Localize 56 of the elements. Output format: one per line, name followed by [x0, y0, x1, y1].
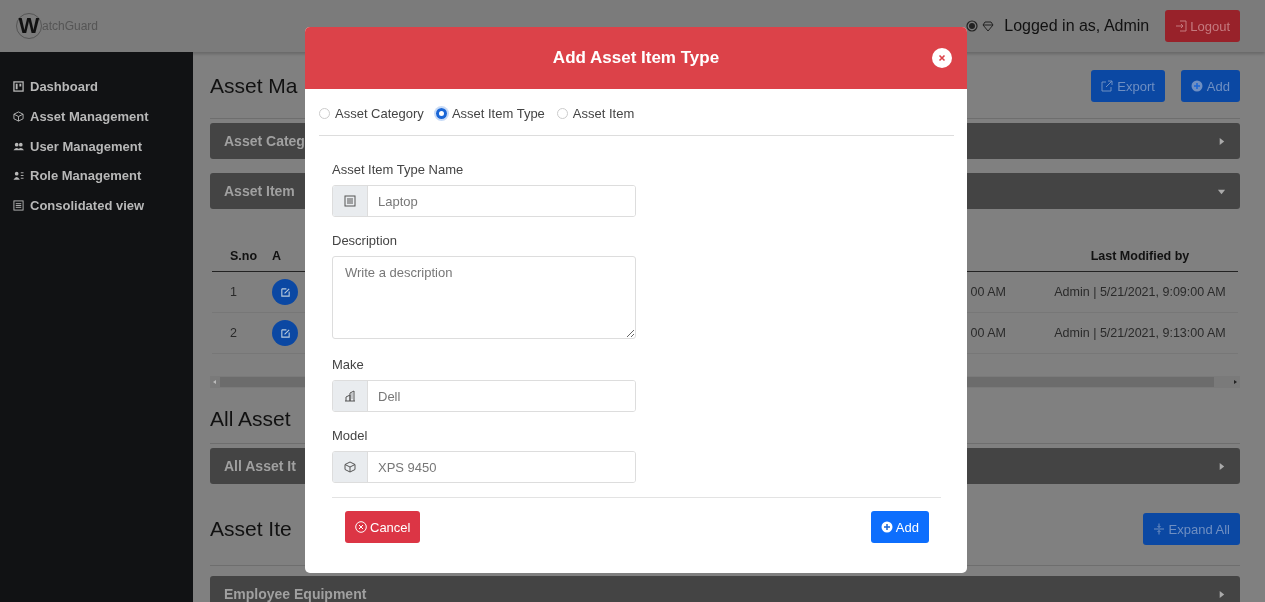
sidebar-item[interactable]: Dashboard: [0, 72, 193, 102]
document-icon: [344, 195, 356, 207]
column-header: S.no: [229, 249, 259, 263]
plus-circle-icon: [1190, 80, 1203, 92]
logout-icon: [1175, 20, 1188, 32]
section-title: All Asset: [210, 407, 291, 431]
section-title: Asset Ite: [210, 517, 292, 541]
cube-icon: [13, 111, 24, 123]
dashboard-icon: [13, 81, 24, 93]
add-button[interactable]: Add: [870, 511, 929, 543]
user-list-icon: [13, 170, 24, 182]
column-header: A: [272, 249, 283, 263]
sidebar-item[interactable]: Role Management: [0, 161, 193, 191]
sidebar-item[interactable]: Asset Management: [0, 101, 193, 132]
close-icon: [936, 52, 948, 64]
diamond-icon[interactable]: [982, 20, 995, 32]
table-cell-text: 2: [229, 326, 238, 340]
edit-icon: [279, 327, 291, 339]
users-icon: [13, 140, 24, 152]
table-cell-text: Admin | 5/21/2021, 9:13:00 AM: [1053, 326, 1227, 340]
table-cell-text: 1: [229, 285, 238, 299]
sidebar-item[interactable]: Consolidated view: [0, 190, 193, 221]
field-label: Asset Item Type Name: [332, 162, 465, 177]
page-title: Asset Ma: [210, 74, 298, 98]
table-cell-text: Admin | 5/21/2021, 9:09:00 AM: [1053, 285, 1227, 299]
cancel-icon: [355, 521, 367, 533]
cancel-button[interactable]: Cancel: [345, 511, 421, 543]
edit-button[interactable]: [272, 279, 298, 305]
input-field[interactable]: Dell: [332, 380, 636, 412]
user-label: Logged in as, Admin: [1004, 17, 1150, 35]
export-icon: [1101, 80, 1114, 92]
description-field[interactable]: Write a description: [332, 256, 636, 339]
building-icon: [344, 390, 356, 402]
radio-option[interactable]: Asset Item: [556, 106, 635, 121]
field-label: Make: [332, 357, 365, 372]
radio-button[interactable]: [435, 108, 447, 119]
input-field[interactable]: Laptop: [332, 185, 636, 217]
accordion-header[interactable]: Employee Equipment: [210, 576, 1240, 602]
close-button[interactable]: [932, 48, 952, 68]
field-label: Model: [332, 428, 369, 443]
document-icon: [13, 200, 24, 212]
cube-icon: [344, 461, 356, 473]
table-cell: 00 AM: [970, 326, 1006, 340]
table-cell: 00 AM: [970, 285, 1006, 299]
radio-option[interactable]: Asset Item Type: [435, 106, 545, 121]
edit-button[interactable]: [272, 320, 298, 346]
sidebar-item[interactable]: User Management: [0, 131, 193, 162]
plus-circle-icon: [880, 521, 893, 533]
field-label: Description: [332, 233, 399, 248]
edit-icon: [279, 286, 291, 298]
radio-option[interactable]: Asset Category: [319, 106, 424, 121]
modal-title: Add Asset Item Type: [552, 48, 720, 68]
radio-icon[interactable]: [966, 20, 979, 32]
expand-icon: [1152, 523, 1165, 535]
column-header: Last Modified by: [1089, 249, 1191, 263]
input-field[interactable]: XPS 9450: [332, 451, 636, 483]
